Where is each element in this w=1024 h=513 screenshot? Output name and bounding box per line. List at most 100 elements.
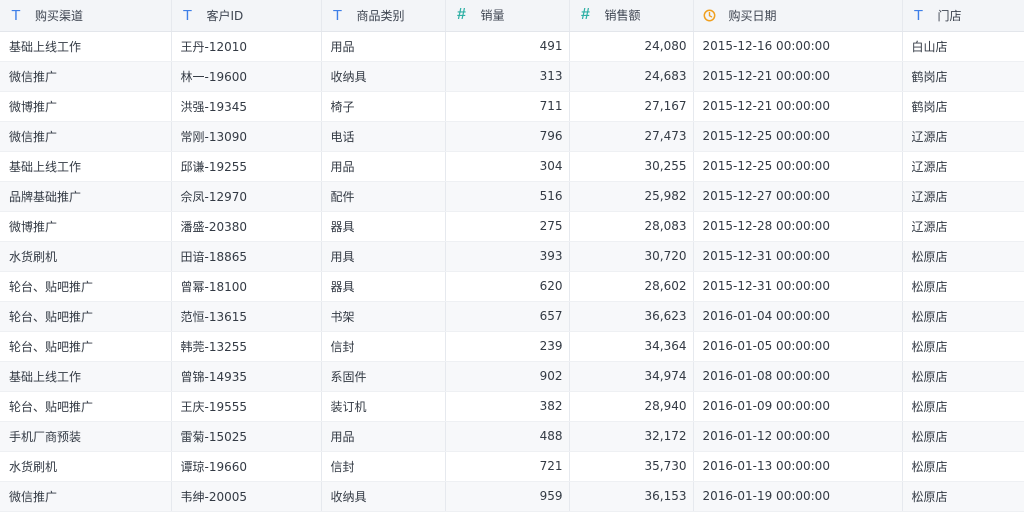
- table-row[interactable]: 水货刷机 谭琼-19660 信封 721 35,730 2016-01-13 00:00:…: [0, 451, 1024, 482]
- table-row[interactable]: 基础上线工作 邱谦-19255 用品 304 30,255 2015-12-25 00:0…: [0, 151, 1024, 182]
- table-row[interactable]: 微信推广 常刚-13090 电话 796 27,473 2015-12-25 00:00:…: [0, 121, 1024, 152]
- table-cell[interactable]: 796: [445, 121, 570, 152]
- table-cell[interactable]: 松原店: [902, 301, 1024, 332]
- table-cell[interactable]: 王丹-12010: [171, 31, 322, 62]
- table-cell[interactable]: 2015-12-28 00:00:00: [693, 211, 903, 242]
- table-cell[interactable]: 椅子: [321, 91, 446, 122]
- table-cell[interactable]: 韦绅-20005: [171, 481, 322, 512]
- table-cell[interactable]: 辽源店: [902, 151, 1024, 182]
- table-cell[interactable]: 28,602: [569, 271, 694, 302]
- table-cell[interactable]: 2015-12-27 00:00:00: [693, 181, 903, 212]
- table-row[interactable]: 微信推广 韦绅-20005 收纳具 959 36,153 2016-01-19 00:00…: [0, 481, 1024, 512]
- table-cell[interactable]: 2015-12-31 00:00:00: [693, 241, 903, 272]
- table-cell[interactable]: 2016-01-08 00:00:00: [693, 361, 903, 392]
- table-cell[interactable]: 王庆-19555: [171, 391, 322, 422]
- table-cell[interactable]: 林一-19600: [171, 61, 322, 92]
- table-cell[interactable]: 2015-12-25 00:00:00: [693, 151, 903, 182]
- table-cell[interactable]: 313: [445, 61, 570, 92]
- table-cell[interactable]: 36,153: [569, 481, 694, 512]
- column-header[interactable]: T 购买渠道: [0, 0, 172, 32]
- table-cell[interactable]: 基础上线工作: [0, 151, 172, 182]
- table-cell[interactable]: 器具: [321, 271, 446, 302]
- table-cell[interactable]: 2016-01-04 00:00:00: [693, 301, 903, 332]
- table-cell[interactable]: 田谙-18865: [171, 241, 322, 272]
- table-cell[interactable]: 2015-12-25 00:00:00: [693, 121, 903, 152]
- table-cell[interactable]: 鹤岗店: [902, 91, 1024, 122]
- table-cell[interactable]: 白山店: [902, 31, 1024, 62]
- table-cell[interactable]: 轮台、贴吧推广: [0, 301, 172, 332]
- column-header[interactable]: # 销量: [445, 0, 570, 32]
- table-cell[interactable]: 275: [445, 211, 570, 242]
- table-cell[interactable]: 393: [445, 241, 570, 272]
- table-cell[interactable]: 辽源店: [902, 181, 1024, 212]
- table-row[interactable]: 手机厂商预装 雷菊-15025 用品 488 32,172 2016-01-12 00:0…: [0, 421, 1024, 452]
- table-row[interactable]: 基础上线工作 王丹-12010 用品 491 24,080 2015-12-16 00:0…: [0, 31, 1024, 62]
- table-cell[interactable]: 邱谦-19255: [171, 151, 322, 182]
- table-cell[interactable]: 手机厂商预装: [0, 421, 172, 452]
- table-row[interactable]: 轮台、贴吧推广 范恒-13615 书架 657 36,623 2016-01-04 00:…: [0, 301, 1024, 332]
- column-header[interactable]: 购买日期: [693, 0, 903, 32]
- table-cell[interactable]: 辽源店: [902, 211, 1024, 242]
- table-cell[interactable]: 516: [445, 181, 570, 212]
- table-cell[interactable]: 松原店: [902, 451, 1024, 482]
- table-cell[interactable]: 水货刷机: [0, 451, 172, 482]
- table-cell[interactable]: 28,940: [569, 391, 694, 422]
- table-cell[interactable]: 信封: [321, 451, 446, 482]
- table-cell[interactable]: 松原店: [902, 331, 1024, 362]
- table-cell[interactable]: 常刚-13090: [171, 121, 322, 152]
- table-cell[interactable]: 配件: [321, 181, 446, 212]
- table-cell[interactable]: 用品: [321, 421, 446, 452]
- table-cell[interactable]: 曾锦-14935: [171, 361, 322, 392]
- table-cell[interactable]: 2016-01-12 00:00:00: [693, 421, 903, 452]
- table-cell[interactable]: 微信推广: [0, 481, 172, 512]
- table-cell[interactable]: 657: [445, 301, 570, 332]
- table-cell[interactable]: 2016-01-13 00:00:00: [693, 451, 903, 482]
- table-cell[interactable]: 959: [445, 481, 570, 512]
- table-cell[interactable]: 30,720: [569, 241, 694, 272]
- table-cell[interactable]: 711: [445, 91, 570, 122]
- table-cell[interactable]: 韩莞-13255: [171, 331, 322, 362]
- table-row[interactable]: 基础上线工作 曾锦-14935 系固件 902 34,974 2016-01-08 00:…: [0, 361, 1024, 392]
- table-cell[interactable]: 491: [445, 31, 570, 62]
- column-header[interactable]: # 销售额: [569, 0, 694, 32]
- table-cell[interactable]: 2015-12-31 00:00:00: [693, 271, 903, 302]
- table-cell[interactable]: 用具: [321, 241, 446, 272]
- table-cell[interactable]: 基础上线工作: [0, 361, 172, 392]
- table-cell[interactable]: 27,473: [569, 121, 694, 152]
- column-header[interactable]: T 客户ID: [171, 0, 322, 32]
- table-cell[interactable]: 电话: [321, 121, 446, 152]
- table-cell[interactable]: 2015-12-21 00:00:00: [693, 91, 903, 122]
- table-cell[interactable]: 25,982: [569, 181, 694, 212]
- column-header[interactable]: T 门店: [902, 0, 1024, 32]
- table-cell[interactable]: 32,172: [569, 421, 694, 452]
- table-cell[interactable]: 721: [445, 451, 570, 482]
- table-cell[interactable]: 34,364: [569, 331, 694, 362]
- table-cell[interactable]: 松原店: [902, 241, 1024, 272]
- table-cell[interactable]: 范恒-13615: [171, 301, 322, 332]
- table-cell[interactable]: 书架: [321, 301, 446, 332]
- table-cell[interactable]: 雷菊-15025: [171, 421, 322, 452]
- table-cell[interactable]: 620: [445, 271, 570, 302]
- table-cell[interactable]: 用品: [321, 151, 446, 182]
- table-cell[interactable]: 28,083: [569, 211, 694, 242]
- table-cell[interactable]: 装订机: [321, 391, 446, 422]
- table-cell[interactable]: 辽源店: [902, 121, 1024, 152]
- table-cell[interactable]: 松原店: [902, 391, 1024, 422]
- table-cell[interactable]: 佘凤-12970: [171, 181, 322, 212]
- column-header[interactable]: T 商品类别: [321, 0, 446, 32]
- table-cell[interactable]: 2016-01-05 00:00:00: [693, 331, 903, 362]
- table-row[interactable]: 轮台、贴吧推广 王庆-19555 装订机 382 28,940 2016-01-09 00…: [0, 391, 1024, 422]
- table-row[interactable]: 轮台、贴吧推广 曾幂-18100 器具 620 28,602 2015-12-31 00:…: [0, 271, 1024, 302]
- table-cell[interactable]: 品牌基础推广: [0, 181, 172, 212]
- table-cell[interactable]: 松原店: [902, 271, 1024, 302]
- table-cell[interactable]: 382: [445, 391, 570, 422]
- table-cell[interactable]: 松原店: [902, 421, 1024, 452]
- table-cell[interactable]: 收纳具: [321, 61, 446, 92]
- table-cell[interactable]: 谭琼-19660: [171, 451, 322, 482]
- table-cell[interactable]: 239: [445, 331, 570, 362]
- table-cell[interactable]: 2015-12-16 00:00:00: [693, 31, 903, 62]
- table-cell[interactable]: 304: [445, 151, 570, 182]
- table-cell[interactable]: 30,255: [569, 151, 694, 182]
- table-row[interactable]: 微信推广 林一-19600 收纳具 313 24,683 2015-12-21 00:00…: [0, 61, 1024, 92]
- table-cell[interactable]: 轮台、贴吧推广: [0, 391, 172, 422]
